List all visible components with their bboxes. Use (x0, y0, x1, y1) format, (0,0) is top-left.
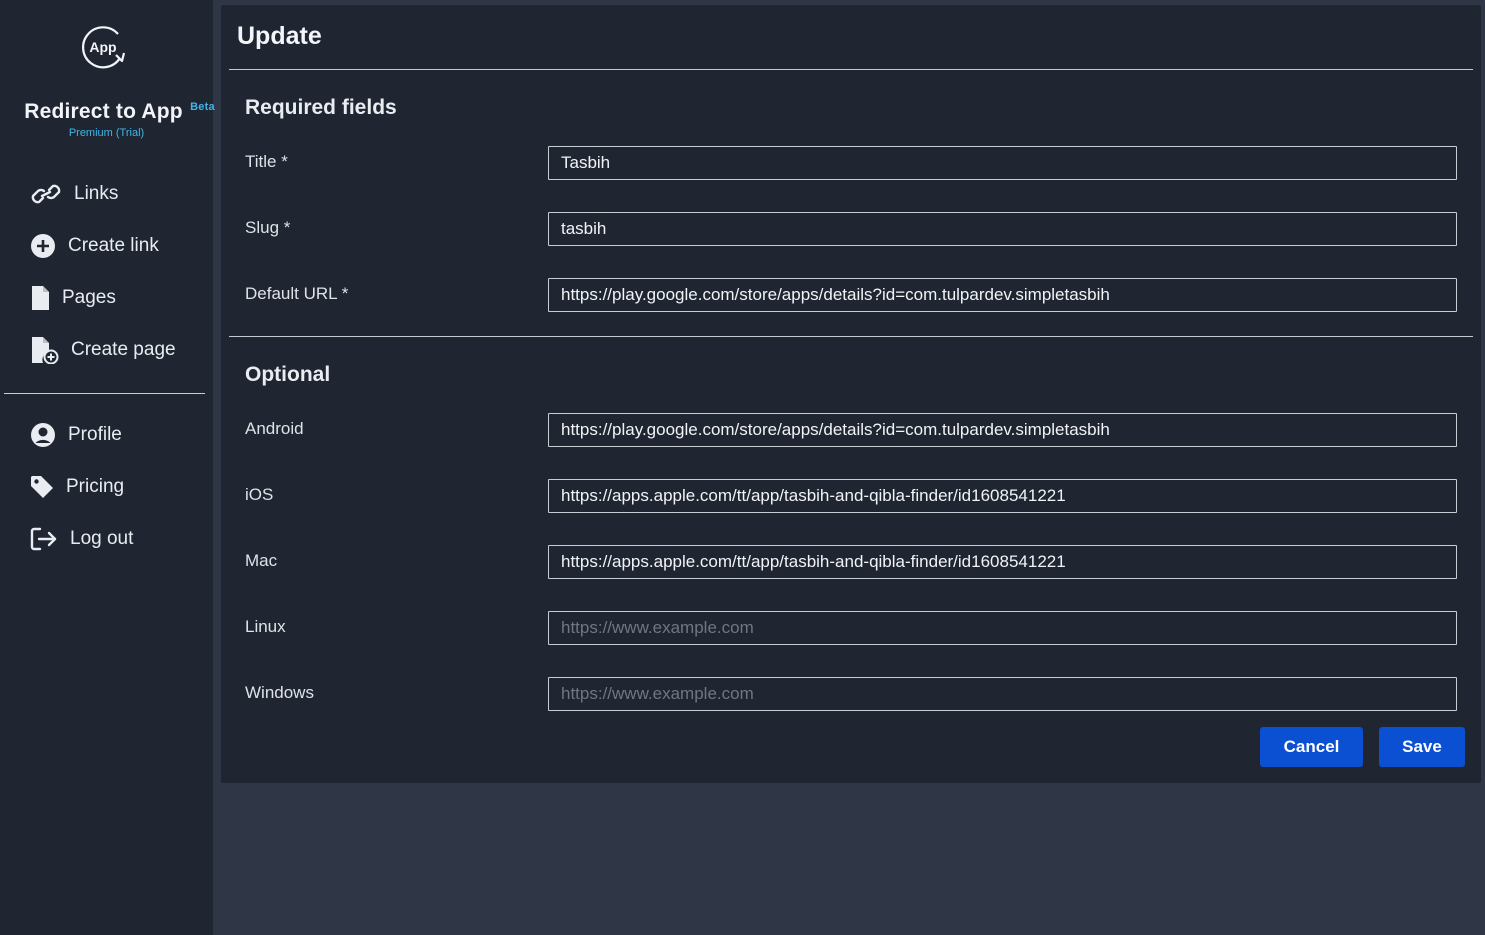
logo-text: App (89, 39, 116, 55)
linux-label: Linux (245, 617, 286, 636)
file-plus-icon (30, 336, 59, 364)
sidebar-item-profile[interactable]: Profile (30, 419, 122, 451)
beta-badge: Beta (190, 101, 215, 113)
user-circle-icon (30, 422, 56, 448)
ios-url-input[interactable] (548, 479, 1457, 513)
link-icon (30, 181, 62, 207)
sidebar: App Redirect to App Beta Premium (Trial)… (0, 0, 215, 935)
file-icon (30, 285, 50, 311)
sidebar-item-log-out[interactable]: Log out (30, 523, 133, 555)
sidebar-item-label: Pages (62, 287, 116, 308)
default-url-label: Default URL * (245, 284, 349, 303)
slug-input[interactable] (548, 212, 1457, 246)
sidebar-item-label: Pricing (66, 476, 125, 497)
section-divider (229, 336, 1473, 337)
sidebar-item-create-link[interactable]: Create link (30, 230, 159, 262)
sidebar-item-label: Profile (68, 424, 122, 445)
sidebar-item-label: Create page (71, 339, 176, 360)
sidebar-divider (4, 393, 205, 394)
app-logo-icon: App (80, 25, 126, 71)
sidebar-item-pages[interactable]: Pages (30, 282, 116, 314)
ios-label: iOS (245, 485, 274, 504)
page-title: Update (237, 22, 322, 50)
brand-title-text: Redirect to App (24, 100, 183, 123)
mac-label: Mac (245, 551, 278, 570)
update-form-card: Update Required fields Title * Slug * De… (221, 5, 1481, 783)
windows-url-input[interactable] (548, 677, 1457, 711)
sidebar-item-create-page[interactable]: Create page (30, 334, 176, 366)
required-fields-heading: Required fields (245, 96, 397, 119)
android-url-input[interactable] (548, 413, 1457, 447)
cancel-button[interactable]: Cancel (1260, 727, 1363, 767)
slug-label: Slug * (245, 218, 291, 237)
title-input[interactable] (548, 146, 1457, 180)
windows-label: Windows (245, 683, 314, 702)
linux-url-input[interactable] (548, 611, 1457, 645)
mac-url-input[interactable] (548, 545, 1457, 579)
sidebar-item-label: Create link (68, 235, 159, 256)
title-divider (229, 69, 1473, 70)
save-button[interactable]: Save (1379, 727, 1465, 767)
sidebar-item-links[interactable]: Links (30, 178, 118, 210)
plan-subtitle: Premium (Trial) (68, 127, 145, 139)
optional-heading: Optional (245, 363, 331, 386)
sidebar-item-label: Log out (70, 528, 134, 549)
tag-icon (30, 475, 54, 499)
logout-icon (30, 526, 58, 552)
brand-title: Redirect to App Beta (24, 100, 214, 124)
plus-circle-icon (30, 233, 56, 259)
sidebar-item-pricing[interactable]: Pricing (30, 471, 124, 503)
brand: Redirect to App Beta Premium (Trial) (0, 100, 214, 139)
default-url-input[interactable] (548, 278, 1457, 312)
title-label: Title * (245, 152, 288, 171)
android-label: Android (245, 419, 304, 438)
sidebar-item-label: Links (74, 183, 119, 204)
